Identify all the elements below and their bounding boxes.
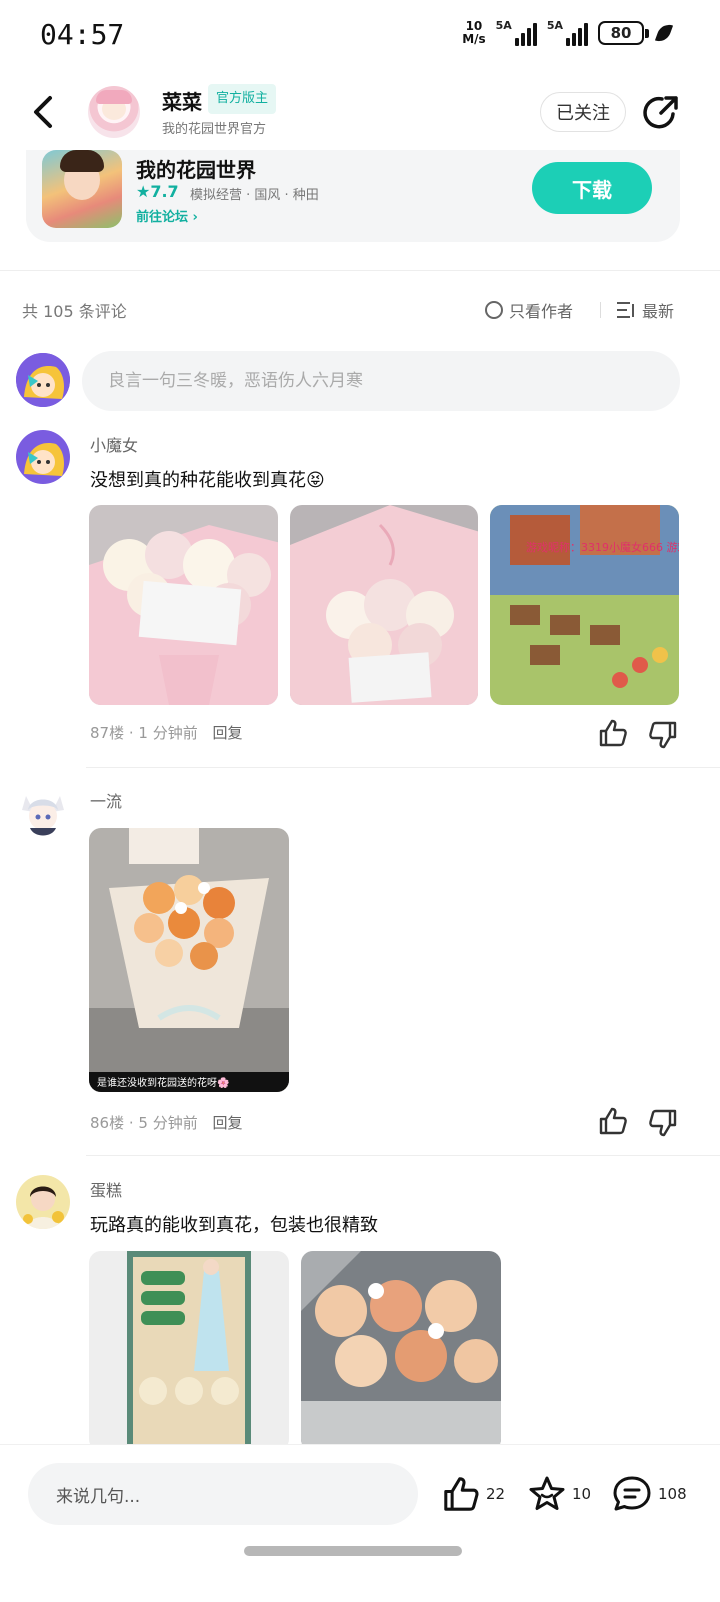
comment-icon [613, 1476, 651, 1511]
my-avatar [16, 353, 70, 407]
sort-icon [617, 302, 634, 318]
thumbs-down-icon [649, 1109, 677, 1137]
favorite-count: 10 [572, 1485, 592, 1503]
comment-meta: 87楼 · 1 分钟前 回复 [90, 724, 243, 742]
thumbs-up-icon [599, 1107, 627, 1135]
like-count: 22 [486, 1485, 506, 1503]
home-indicator[interactable] [244, 1546, 462, 1556]
divider [86, 767, 720, 768]
official-badge: 官方版主 [208, 84, 277, 114]
back-button[interactable] [30, 94, 60, 130]
like-button[interactable] [598, 1106, 628, 1136]
signal-icon: 5A [496, 20, 537, 46]
comment-input[interactable] [82, 351, 680, 411]
thumbs-up-icon [599, 719, 627, 747]
thumbs-up-icon [444, 1477, 479, 1511]
comment-action[interactable]: 108 [612, 1475, 687, 1513]
comment-image[interactable] [301, 1251, 501, 1445]
chevron-left-icon [34, 96, 52, 128]
like-action[interactable]: 22 [442, 1475, 505, 1513]
share-button[interactable] [642, 94, 680, 132]
svg-text:游戏昵称：3319小魔女666 游戏ID：y5Op...: 游戏昵称：3319小魔女666 游戏ID：y5Op... [526, 540, 679, 554]
comment-image[interactable] [89, 1251, 289, 1445]
network-speed: 10 M/s [462, 19, 486, 46]
author-subtitle: 我的花园世界官方 [162, 122, 267, 137]
bottom-bar: 来说几句... 22 10 108 [0, 1444, 720, 1602]
reply-input[interactable]: 来说几句... [28, 1463, 418, 1525]
like-button[interactable] [598, 718, 628, 748]
sort-button[interactable]: 最新 [616, 298, 674, 322]
comment-item: 蛋糕 玩路真的能收到真花，包装也很精致 [0, 1175, 720, 1445]
comment-username[interactable]: 一流 [90, 788, 122, 812]
dislike-button[interactable] [648, 720, 678, 750]
comment-item: 小魔女 没想到真的种花能收到真花😝 游戏昵称：3319小魔女666 游 87楼 … [0, 430, 720, 770]
divider [86, 1155, 720, 1156]
status-bar: 04:57 10 M/s 5A 5A 80 [0, 0, 720, 72]
share-icon [643, 96, 678, 129]
comment-images [89, 1251, 501, 1445]
comment-meta: 86楼 · 5 分钟前 回复 [90, 1114, 243, 1132]
game-rating: ★7.7 [136, 182, 179, 201]
author-name[interactable]: 菜菜 [162, 86, 202, 115]
game-name: 我的花园世界 [136, 158, 256, 182]
comment-images: 游戏昵称：3319小魔女666 游戏ID：y5Op... [89, 505, 679, 705]
thumbs-down-icon [649, 721, 677, 749]
author-avatar[interactable] [88, 86, 140, 138]
battery-icon: 80 [598, 21, 649, 45]
reply-button[interactable]: 回复 [212, 1114, 242, 1132]
comment-text: 没想到真的种花能收到真花😝 [90, 470, 325, 491]
comment-count: 共 105 条评论 [22, 302, 127, 321]
user-avatar[interactable] [16, 786, 70, 840]
comment-text: 玩路真的能收到真花，包装也很精致 [90, 1215, 378, 1236]
star-icon [529, 1476, 565, 1510]
download-button[interactable]: 下载 [532, 162, 652, 214]
dislike-button[interactable] [648, 1108, 678, 1138]
post-header: 菜菜 官方版主 我的花园世界官方 已关注 [0, 78, 720, 148]
follow-button[interactable]: 已关注 [540, 92, 626, 132]
reply-button[interactable]: 回复 [212, 724, 242, 742]
comment-image[interactable] [89, 505, 278, 705]
game-icon [42, 150, 122, 228]
forum-link[interactable]: 前往论坛 › [136, 206, 198, 225]
comment-item: 一流 是谁还没收到花园送的花呀🌸 86楼 · 5 分钟前 回复 [0, 786, 720, 1156]
comment-image[interactable]: 游戏昵称：3319小魔女666 游戏ID：y5Op... [490, 505, 679, 705]
comment-total: 108 [658, 1485, 687, 1503]
game-card[interactable]: 我的花园世界 ★7.7 模拟经营 · 国风 · 种田 前往论坛 › 下载 [26, 150, 680, 242]
comment-username[interactable]: 蛋糕 [90, 1177, 122, 1201]
divider [0, 270, 720, 271]
divider [600, 302, 601, 318]
user-avatar[interactable] [16, 1175, 70, 1229]
comment-image[interactable]: 是谁还没收到花园送的花呀🌸 [89, 828, 289, 1092]
battery-saver-icon [654, 21, 674, 45]
user-avatar[interactable] [16, 430, 70, 484]
signal-icon: 5A [547, 20, 588, 46]
radio-icon [485, 301, 503, 319]
status-icons: 10 M/s 5A 5A 80 [462, 19, 674, 46]
comment-images: 是谁还没收到花园送的花呀🌸 [89, 828, 289, 1092]
comment-username[interactable]: 小魔女 [90, 432, 138, 456]
favorite-action[interactable]: 10 [528, 1475, 591, 1513]
game-tags: 模拟经营 · 国风 · 种田 [190, 188, 319, 203]
author-only-toggle[interactable]: 只看作者 [485, 298, 573, 322]
status-time: 04:57 [40, 18, 125, 51]
comment-image[interactable] [289, 505, 479, 705]
chevron-right-icon: › [192, 210, 198, 225]
svg-text:是谁还没收到花园送的花呀🌸: 是谁还没收到花园送的花呀🌸 [97, 1076, 229, 1089]
